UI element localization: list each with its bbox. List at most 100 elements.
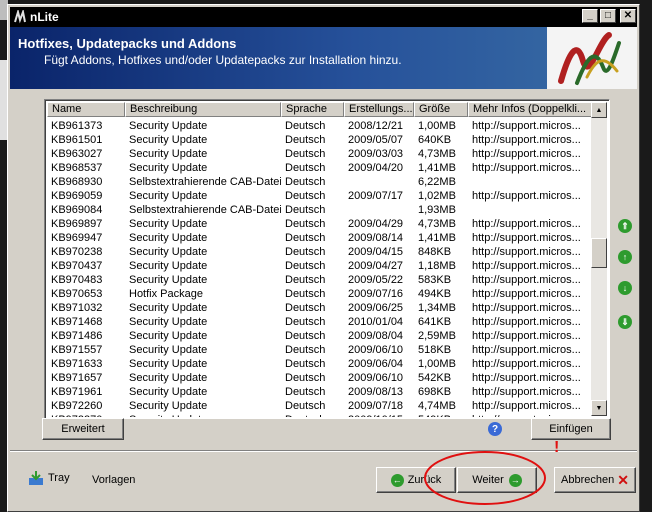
- table-cell: [468, 175, 592, 189]
- table-cell: KB970437: [51, 260, 103, 272]
- window-title: nLite: [30, 10, 59, 24]
- erweitert-button[interactable]: Erweitert: [42, 418, 124, 440]
- table-cell: Security Update: [129, 246, 208, 258]
- column-header-sprache[interactable]: Sprache: [281, 102, 344, 117]
- table-row[interactable]: KB961373 Security Update Deutsch 2008/12/21…: [47, 119, 592, 133]
- move-bottom-button[interactable]: ⇓: [618, 315, 632, 329]
- table-row[interactable]: KB971486 Security Update Deutsch 2009/08/04…: [47, 329, 592, 343]
- table-row[interactable]: KB970238 Security Update Deutsch 2009/04/15…: [47, 245, 592, 259]
- close-button[interactable]: ✕: [620, 9, 636, 23]
- table-row[interactable]: KB970437 Security Update Deutsch 2009/04/27…: [47, 259, 592, 273]
- table-row[interactable]: KB972260 Security Update Deutsch 2009/07/18…: [47, 399, 592, 413]
- list-header: Name Beschreibung Sprache Erstellungs...…: [47, 102, 592, 117]
- move-up-button[interactable]: ↑: [618, 250, 632, 264]
- triangle-up-icon: ▲: [595, 106, 603, 114]
- abbrechen-label: Abbrechen: [561, 474, 615, 486]
- table-cell: 2009/07/16: [348, 288, 404, 300]
- table-cell: Deutsch: [285, 260, 326, 272]
- table-cell: http://support.micros...: [472, 316, 581, 328]
- table-row[interactable]: KB961501 Security Update Deutsch 2009/05/07…: [47, 133, 592, 147]
- move-down-button[interactable]: ↓: [618, 281, 632, 295]
- vorlagen-button[interactable]: Vorlagen: [92, 474, 135, 486]
- footer-divider: [10, 450, 637, 452]
- table-row[interactable]: KB970653 Hotfix Package Deutsch 2009/07/16 4…: [47, 287, 592, 301]
- table-cell: KB963027: [51, 148, 103, 160]
- table-row[interactable]: KB971557 Security Update Deutsch 2009/06/10…: [47, 343, 592, 357]
- table-row[interactable]: KB972270Security UpdateDeutsch2009/10/15…: [47, 413, 592, 417]
- table-cell: 2009/07/18: [348, 400, 404, 412]
- column-header-erstellung[interactable]: Erstellungs...: [344, 102, 414, 117]
- table-row[interactable]: KB969897 Security Update Deutsch 2009/04/29…: [47, 217, 592, 231]
- table-row[interactable]: KB969947 Security Update Deutsch 2009/08/14…: [47, 231, 592, 245]
- zurueck-button[interactable]: ← Zurück: [376, 467, 456, 493]
- minimize-button[interactable]: _: [582, 9, 598, 23]
- table-cell: Deutsch: [285, 344, 326, 356]
- table-cell: Security Update: [129, 330, 208, 342]
- abbrechen-button[interactable]: Abbrechen ✕: [554, 467, 636, 493]
- page-title: Hotfixes, Updatepacks und Addons: [18, 36, 237, 51]
- table-cell: http://support.micros...: [472, 344, 581, 356]
- table-cell: Deutsch: [285, 232, 326, 244]
- einfuegen-button[interactable]: Einfügen: [531, 418, 611, 440]
- table-cell: Security Update: [129, 344, 208, 356]
- table-cell: 2009/05/22: [348, 274, 404, 286]
- page-subtitle: Fügt Addons, Hotfixes und/oder Updatepac…: [44, 53, 402, 67]
- table-cell: http://support.micros...: [472, 302, 581, 314]
- tray-icon: [29, 471, 43, 485]
- table-row[interactable]: KB971961 Security Update Deutsch 2009/08/13…: [47, 385, 592, 399]
- table-cell: 2010/01/04: [348, 316, 404, 328]
- column-header-groesse[interactable]: Größe: [414, 102, 468, 117]
- table-cell: Deutsch: [285, 400, 326, 412]
- minimize-icon: _: [587, 10, 593, 21]
- table-cell: KB971468: [51, 316, 103, 328]
- table-cell: http://support.micros...: [472, 400, 581, 412]
- table-cell: Security Update: [129, 148, 208, 160]
- table-row[interactable]: KB968537 Security Update Deutsch 2009/04/20…: [47, 161, 592, 175]
- weiter-button[interactable]: Weiter →: [457, 467, 537, 493]
- table-cell: http://support.micros...: [472, 372, 581, 384]
- help-icon[interactable]: ?: [488, 422, 502, 436]
- table-cell: 2009/08/04: [348, 330, 404, 342]
- table-row[interactable]: KB971032 Security Update Deutsch 2009/06/25…: [47, 301, 592, 315]
- table-cell: http://support.micros...: [472, 232, 581, 244]
- column-header-name[interactable]: Name: [47, 102, 125, 117]
- nlite-logo-icon: [14, 10, 26, 24]
- table-cell: http://support.micros...: [472, 162, 581, 174]
- column-header-mehr-infos[interactable]: Mehr Infos (Doppelkli...: [468, 102, 592, 117]
- scroll-thumb[interactable]: [591, 238, 607, 268]
- nlite-logo: [547, 27, 637, 89]
- table-cell: KB968930: [51, 176, 103, 188]
- table-cell: Deutsch: [285, 372, 326, 384]
- scroll-up-button[interactable]: ▲: [591, 102, 607, 118]
- tray-button[interactable]: Tray: [28, 470, 70, 486]
- cancel-x-icon: ✕: [617, 471, 629, 488]
- tray-label: Tray: [48, 472, 70, 484]
- table-row[interactable]: KB969084 Selbstextrahierende CAB-Datei Deu…: [47, 203, 592, 217]
- table-cell: 518KB: [418, 344, 452, 356]
- table-row[interactable]: KB968930 Selbstextrahierende CAB-Datei Deu…: [47, 175, 592, 189]
- table-row[interactable]: KB970483 Security Update Deutsch 2009/05/22…: [47, 273, 592, 287]
- vertical-scrollbar[interactable]: ▲ ▼: [591, 102, 607, 416]
- table-row[interactable]: KB969059 Security Update Deutsch 2009/07/17…: [47, 189, 592, 203]
- table-cell: http://support.micros...: [472, 358, 581, 370]
- triangle-down-icon: ▼: [595, 404, 603, 412]
- table-row[interactable]: KB963027 Security Update Deutsch 2009/03/03…: [47, 147, 592, 161]
- updates-list[interactable]: Name Beschreibung Sprache Erstellungs...…: [44, 99, 610, 419]
- table-cell: Deutsch: [285, 316, 326, 328]
- table-row[interactable]: KB971468 Security Update Deutsch 2010/01/04…: [47, 315, 592, 329]
- page-header: Hotfixes, Updatepacks und Addons Fügt Ad…: [10, 27, 637, 89]
- scroll-down-button[interactable]: ▼: [591, 400, 607, 416]
- table-cell: KB971961: [51, 386, 103, 398]
- table-cell: http://support.micros...: [468, 413, 592, 417]
- table-cell: Security Update: [129, 316, 208, 328]
- maximize-icon: □: [604, 10, 612, 21]
- table-row[interactable]: KB971633 Security Update Deutsch 2009/06/04…: [47, 357, 592, 371]
- table-row[interactable]: KB971657 Security Update Deutsch 2009/06/10…: [47, 371, 592, 385]
- column-header-beschreibung[interactable]: Beschreibung: [125, 102, 281, 117]
- move-top-button[interactable]: ⇑: [618, 219, 632, 233]
- table-cell: [468, 203, 592, 217]
- table-cell: Security Update: [129, 372, 208, 384]
- table-cell: 2009/04/27: [348, 260, 404, 272]
- maximize-button[interactable]: □: [600, 9, 616, 23]
- einfuegen-label: Einfügen: [549, 423, 593, 435]
